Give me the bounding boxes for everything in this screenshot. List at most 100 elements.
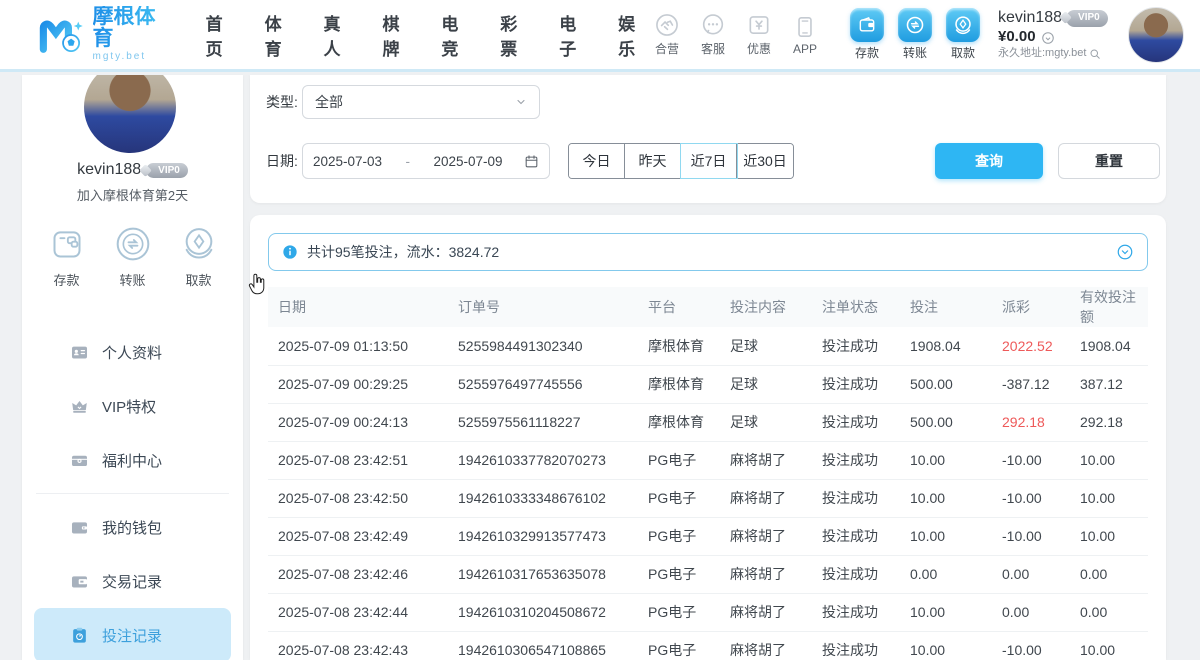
cell-platform: PG电子 — [638, 593, 720, 631]
cell-payout: 0.00 — [992, 555, 1070, 593]
cell-content: 麻将胡了 — [720, 441, 812, 479]
logo[interactable]: 摩根体育 mgty.bet — [38, 6, 168, 63]
header-bet: 投注 — [900, 287, 992, 327]
table-row[interactable]: 2025-07-09 01:13:505255984491302340摩根体育足… — [268, 327, 1148, 365]
withdraw-label: 取款 — [951, 44, 975, 61]
header-content: 投注内容 — [720, 287, 812, 327]
promo-label: 优惠 — [747, 40, 771, 57]
nav-item-entertainment[interactable]: 娱乐 — [618, 10, 646, 60]
sidebar-withdraw-button[interactable]: 取款 — [179, 224, 219, 289]
nav-item-live[interactable]: 真人 — [324, 10, 352, 60]
support-label: 客服 — [701, 40, 725, 57]
cell-bet: 10.00 — [900, 593, 992, 631]
nav-item-esports[interactable]: 电竞 — [441, 10, 469, 60]
support-button[interactable]: 客服 — [692, 12, 734, 57]
expand-summary-button[interactable] — [1116, 243, 1134, 261]
cell-payout: -10.00 — [992, 631, 1070, 660]
cell-platform: PG电子 — [638, 631, 720, 660]
table-row[interactable]: 2025-07-09 00:24:135255975561118227摩根体育足… — [268, 403, 1148, 441]
promo-button[interactable]: 优惠 — [738, 12, 780, 57]
table-row[interactable]: 2025-07-08 23:42:491942610329913577473PG… — [268, 517, 1148, 555]
refresh-balance-icon[interactable] — [1041, 31, 1055, 45]
cell-order: 5255975561118227 — [448, 403, 638, 441]
cell-status: 投注成功 — [812, 479, 900, 517]
sidebar-item-wallet[interactable]: 我的钱包 — [22, 500, 243, 554]
table-row[interactable]: 2025-07-08 23:42:441942610310204508672PG… — [268, 593, 1148, 631]
table-row[interactable]: 2025-07-08 23:42:511942610337782070273PG… — [268, 441, 1148, 479]
circle-down-icon — [1116, 243, 1134, 261]
cell-status: 投注成功 — [812, 631, 900, 660]
navbar: 摩根体育 mgty.bet 首页 体育 真人 棋牌 电竞 彩票 电子 娱乐 合营… — [0, 0, 1200, 72]
user-avatar[interactable] — [1128, 7, 1184, 63]
deposit-button[interactable]: 存款 — [850, 8, 884, 61]
cell-bet: 500.00 — [900, 403, 992, 441]
cell-order: 5255984491302340 — [448, 327, 638, 365]
sidebar-deposit-button[interactable]: 存款 — [47, 224, 87, 289]
sidebar-item-vip[interactable]: VIP特权 — [22, 379, 243, 433]
sidebar-item-benefits[interactable]: 福利中心 — [22, 433, 243, 487]
sidebar-transfer-button[interactable]: 转账 — [113, 224, 153, 289]
cell-platform: 摩根体育 — [638, 365, 720, 403]
date-label: 日期: — [266, 151, 302, 171]
transfer-button[interactable]: 转账 — [898, 8, 932, 61]
sidebar-item-transactions[interactable]: 交易记录 — [22, 554, 243, 608]
sidebar-item-bet-records[interactable]: 投注记录 — [34, 608, 231, 660]
cell-valid: 292.18 — [1070, 403, 1148, 441]
table-row[interactable]: 2025-07-08 23:42:431942610306547108865PG… — [268, 631, 1148, 660]
sidebar-deposit-label: 存款 — [53, 270, 79, 289]
range-yesterday-button[interactable]: 昨天 — [625, 144, 681, 178]
cell-date: 2025-07-08 23:42:49 — [268, 517, 448, 555]
support-icon — [700, 12, 726, 38]
sidebar-username: kevin188 — [77, 161, 141, 179]
cell-content: 麻将胡了 — [720, 593, 812, 631]
cell-date: 2025-07-08 23:42:44 — [268, 593, 448, 631]
calendar-icon — [524, 154, 539, 169]
wallet-icon — [70, 518, 89, 537]
deposit-icon — [47, 224, 87, 264]
cell-order: 1942610337782070273 — [448, 441, 638, 479]
header-date: 日期 — [268, 287, 448, 327]
sidebar-withdraw-label: 取款 — [185, 270, 211, 289]
transfer-icon — [113, 224, 153, 264]
deposit-icon — [857, 15, 877, 35]
type-select-value: 全部 — [315, 92, 343, 112]
range-30days-button[interactable]: 近30日 — [737, 144, 793, 178]
nav-item-slots[interactable]: 电子 — [559, 10, 587, 60]
nav-item-home[interactable]: 首页 — [206, 10, 234, 60]
reset-button[interactable]: 重置 — [1058, 143, 1160, 179]
cell-platform: PG电子 — [638, 479, 720, 517]
date-range-input[interactable]: 2025-07-03 - 2025-07-09 — [302, 143, 550, 179]
table-row[interactable]: 2025-07-08 23:42:501942610333348676102PG… — [268, 479, 1148, 517]
cell-payout: -10.00 — [992, 517, 1070, 555]
cell-status: 投注成功 — [812, 555, 900, 593]
sidebar-menu: 个人资料 VIP特权 福利中心 我的钱包 — [22, 325, 243, 660]
range-7days-button[interactable]: 近7日 — [681, 144, 737, 178]
partner-button[interactable]: 合营 — [646, 12, 688, 57]
date-from: 2025-07-03 — [313, 154, 382, 169]
withdraw-button[interactable]: 取款 — [946, 8, 980, 61]
cell-payout: 292.18 — [992, 403, 1070, 441]
cell-status: 投注成功 — [812, 517, 900, 555]
username: kevin188 — [998, 8, 1062, 28]
header-order: 订单号 — [448, 287, 638, 327]
cell-date: 2025-07-08 23:42:43 — [268, 631, 448, 660]
magnifier-icon[interactable] — [1089, 48, 1101, 60]
cell-content: 麻将胡了 — [720, 479, 812, 517]
sidebar-item-label: VIP特权 — [102, 396, 156, 417]
joined-days: 加入摩根体育第2天 — [22, 185, 243, 204]
query-button[interactable]: 查询 — [935, 143, 1043, 179]
profile-avatar[interactable] — [84, 75, 176, 153]
nav-item-lottery[interactable]: 彩票 — [500, 10, 528, 60]
type-select[interactable]: 全部 — [302, 85, 540, 119]
sidebar-item-label: 投注记录 — [102, 625, 162, 646]
table-row[interactable]: 2025-07-08 23:42:461942610317653635078PG… — [268, 555, 1148, 593]
nav-item-cards[interactable]: 棋牌 — [382, 10, 410, 60]
sidebar-item-profile[interactable]: 个人资料 — [22, 325, 243, 379]
sidebar-item-label: 福利中心 — [102, 450, 162, 471]
nav-item-sports[interactable]: 体育 — [265, 10, 293, 60]
range-today-button[interactable]: 今日 — [569, 144, 625, 178]
menu-divider — [36, 493, 229, 494]
table-row[interactable]: 2025-07-09 00:29:255255976497745556摩根体育足… — [268, 365, 1148, 403]
app-button[interactable]: APP — [784, 14, 826, 56]
id-card-icon — [70, 343, 89, 362]
